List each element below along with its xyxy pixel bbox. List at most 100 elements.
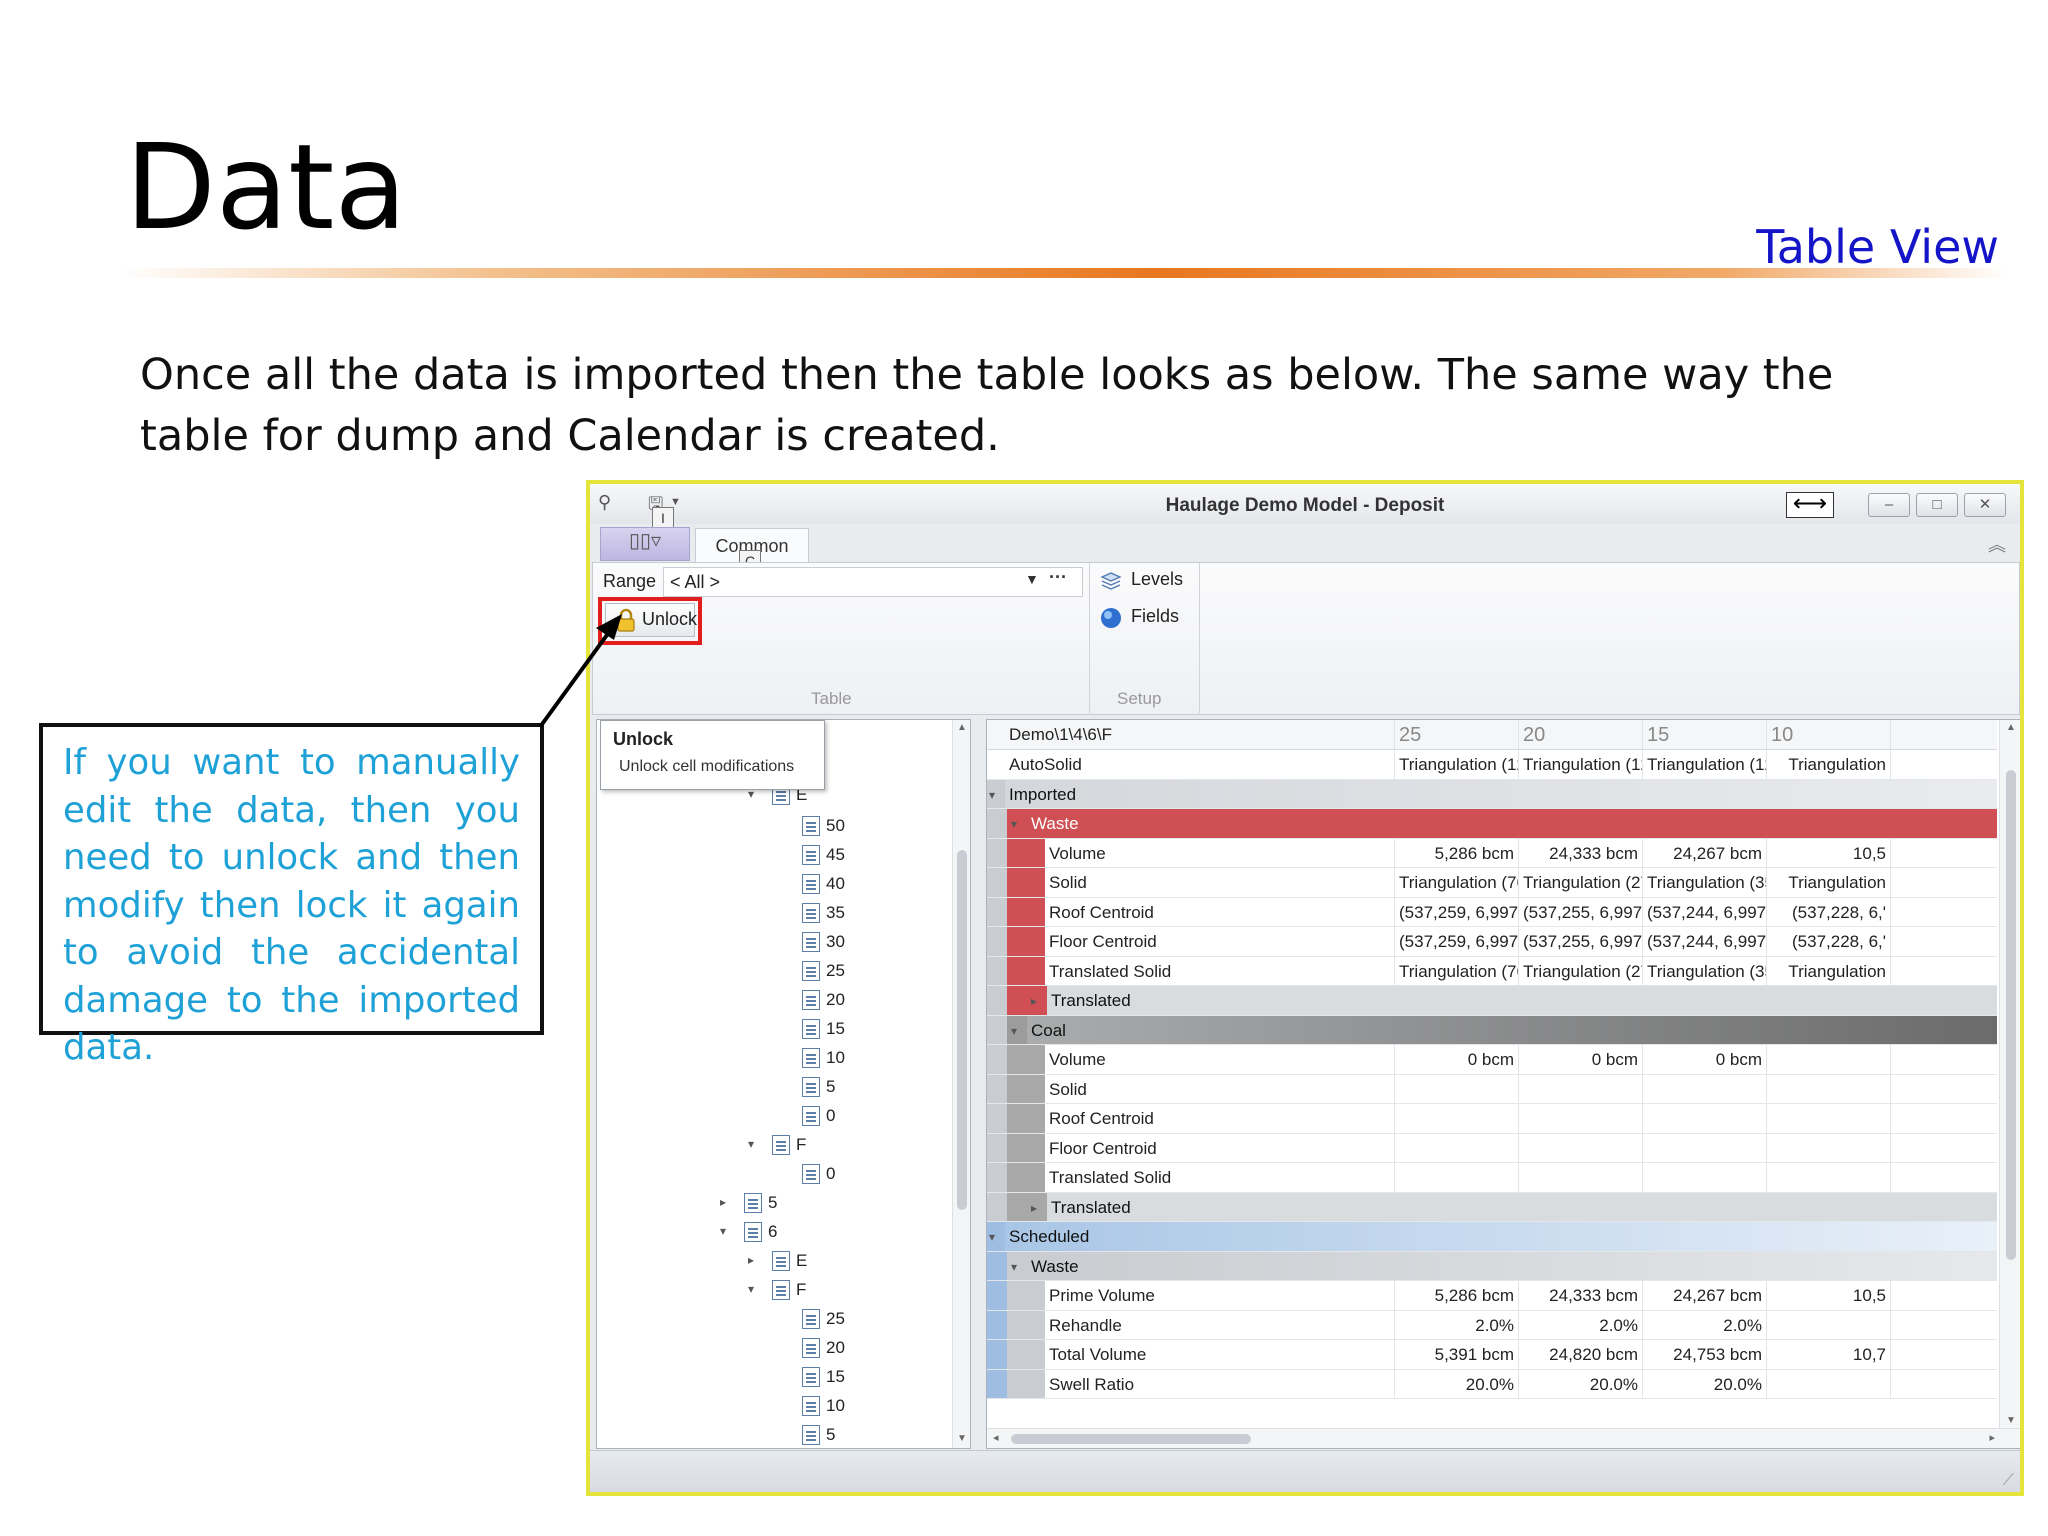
- table-cell[interactable]: Triangulation (12): [1395, 750, 1519, 779]
- grid-horizontal-scrollbar[interactable]: ◂ ▸: [987, 1428, 2020, 1448]
- tree-node[interactable]: F: [772, 1134, 806, 1156]
- table-cell[interactable]: Triangulation (354): [1643, 868, 1767, 897]
- grid-path-header[interactable]: Demo\1\4\6\F: [1005, 720, 1395, 749]
- table-cell[interactable]: 0 bcm: [1395, 1045, 1519, 1074]
- table-cell[interactable]: [1519, 1133, 1643, 1162]
- range-more-icon[interactable]: ···: [1049, 567, 1067, 588]
- close-button[interactable]: ✕: [1964, 493, 2006, 517]
- resize-grip-icon[interactable]: ⟋: [2003, 1472, 2014, 1490]
- table-cell[interactable]: [1395, 1133, 1519, 1162]
- row-label[interactable]: Translated Solid: [1045, 1163, 1395, 1192]
- scroll-up-icon[interactable]: ▲: [957, 722, 967, 733]
- collapse-node-icon[interactable]: ▾: [748, 1282, 754, 1296]
- grid-hscroll-thumb[interactable]: [1011, 1434, 1251, 1444]
- table-cell[interactable]: [1767, 1133, 1891, 1162]
- row-label[interactable]: Roof Centroid: [1045, 1104, 1395, 1133]
- fields-button[interactable]: Fields: [1099, 606, 1179, 628]
- table-cell[interactable]: [1767, 1369, 1891, 1398]
- tree-node[interactable]: 30: [802, 931, 845, 953]
- table-cell[interactable]: [1767, 1074, 1891, 1103]
- grid-vertical-scrollbar[interactable]: ▲ ▼: [1999, 720, 2020, 1430]
- table-cell[interactable]: 24,333 bcm: [1519, 1281, 1643, 1310]
- grid-vscroll-thumb[interactable]: [2006, 770, 2016, 1260]
- tree-node[interactable]: 25: [802, 960, 845, 982]
- group-row-translated[interactable]: ▸ Translated: [987, 986, 1997, 1016]
- group-row-translated[interactable]: ▸ Translated: [987, 1192, 1997, 1222]
- table-cell[interactable]: [1643, 1074, 1767, 1103]
- range-selector[interactable]: < All >: [663, 567, 1083, 597]
- table-cell[interactable]: Triangulation (12): [1643, 750, 1767, 779]
- tree-node[interactable]: E: [772, 1250, 807, 1272]
- tree-node[interactable]: 20: [802, 989, 845, 1011]
- table-cell[interactable]: Triangulation (76): [1395, 868, 1519, 897]
- tree-node[interactable]: 0: [802, 1163, 835, 1185]
- group-row-coal[interactable]: ▾ Coal: [987, 1015, 1997, 1045]
- collapse-group-icon[interactable]: ▾: [989, 1230, 995, 1244]
- collapse-group-icon[interactable]: ▾: [1011, 1024, 1017, 1038]
- row-label[interactable]: Volume: [1045, 1045, 1395, 1074]
- table-cell[interactable]: [1519, 1074, 1643, 1103]
- expand-group-icon[interactable]: ▸: [1031, 1201, 1037, 1215]
- table-cell[interactable]: (537,255, 6,997,...: [1519, 927, 1643, 956]
- group-row-scheduled-waste[interactable]: ▾ Waste: [987, 1251, 1997, 1281]
- scroll-down-icon[interactable]: ▼: [2006, 1415, 2016, 1426]
- table-cell[interactable]: 24,267 bcm: [1643, 838, 1767, 867]
- tree-node[interactable]: 40: [802, 873, 845, 895]
- table-cell[interactable]: (537,259, 6,997,...: [1395, 897, 1519, 926]
- row-label[interactable]: Prime Volume: [1045, 1281, 1395, 1310]
- table-cell[interactable]: 24,333 bcm: [1519, 838, 1643, 867]
- expand-group-icon[interactable]: ▸: [1031, 994, 1037, 1008]
- row-label[interactable]: Volume: [1045, 838, 1395, 867]
- table-cell[interactable]: 0 bcm: [1643, 1045, 1767, 1074]
- collapse-group-icon[interactable]: ▾: [1011, 817, 1017, 831]
- table-cell[interactable]: [1643, 1104, 1767, 1133]
- tree-node[interactable]: 15: [802, 1018, 845, 1040]
- column-header[interactable]: 20: [1519, 720, 1643, 749]
- scroll-down-icon[interactable]: ▼: [957, 1433, 967, 1444]
- collapse-node-icon[interactable]: ▾: [720, 1224, 726, 1238]
- tree-node[interactable]: 45: [802, 844, 845, 866]
- minimize-button[interactable]: –: [1868, 493, 1910, 517]
- table-cell[interactable]: Triangulation: [1767, 750, 1891, 779]
- tree-node[interactable]: 20: [802, 1337, 845, 1359]
- tree-scroll-thumb[interactable]: [957, 850, 967, 1210]
- tree-node[interactable]: 10: [802, 1395, 845, 1417]
- table-cell[interactable]: 2.0%: [1395, 1310, 1519, 1339]
- tree-node[interactable]: 5: [802, 1424, 835, 1446]
- table-cell[interactable]: 0 bcm: [1519, 1045, 1643, 1074]
- table-cell[interactable]: 2.0%: [1643, 1310, 1767, 1339]
- table-cell[interactable]: 5,391 bcm: [1395, 1340, 1519, 1369]
- levels-button[interactable]: Levels: [1099, 569, 1183, 590]
- row-label[interactable]: Floor Centroid: [1045, 1133, 1395, 1162]
- table-cell[interactable]: [1519, 1104, 1643, 1133]
- table-cell[interactable]: 10,5: [1767, 1281, 1891, 1310]
- expand-node-icon[interactable]: ▸: [748, 1253, 754, 1267]
- table-cell[interactable]: 5,286 bcm: [1395, 1281, 1519, 1310]
- scroll-left-icon[interactable]: ◂: [993, 1431, 999, 1444]
- table-cell[interactable]: 20.0%: [1519, 1369, 1643, 1398]
- table-cell[interactable]: 24,267 bcm: [1643, 1281, 1767, 1310]
- table-cell[interactable]: [1767, 1163, 1891, 1192]
- collapse-node-icon[interactable]: ▾: [748, 1137, 754, 1151]
- tree-node[interactable]: 35: [802, 902, 845, 924]
- table-cell[interactable]: 20.0%: [1395, 1369, 1519, 1398]
- table-cell[interactable]: 10,5: [1767, 838, 1891, 867]
- table-cell[interactable]: Triangulation (12): [1519, 750, 1643, 779]
- table-cell[interactable]: [1395, 1074, 1519, 1103]
- table-cell[interactable]: [1643, 1163, 1767, 1192]
- scroll-up-icon[interactable]: ▲: [2006, 722, 2016, 733]
- table-cell[interactable]: Triangulation (354): [1643, 956, 1767, 985]
- table-cell[interactable]: [1767, 1045, 1891, 1074]
- table-cell[interactable]: 24,753 bcm: [1643, 1340, 1767, 1369]
- level-tree[interactable]: ▾ E 50 45 40 35 30 25 20 15 10 5 0 ▾ F 0 ▸ 5 ▾ 6 ▸ E ▾ F 25 20 15 1…: [596, 719, 971, 1449]
- table-cell[interactable]: 5,286 bcm: [1395, 838, 1519, 867]
- data-grid[interactable]: Demo\1\4\6\F 25 20 15 10 AutoSolid Triangulati…: [986, 719, 2020, 1449]
- table-cell[interactable]: Triangulation: [1767, 868, 1891, 897]
- table-cell[interactable]: 10,7: [1767, 1340, 1891, 1369]
- table-cell[interactable]: 2.0%: [1519, 1310, 1643, 1339]
- table-cell[interactable]: [1767, 1310, 1891, 1339]
- row-label[interactable]: Solid: [1045, 868, 1395, 897]
- row-label[interactable]: Floor Centroid: [1045, 927, 1395, 956]
- column-header[interactable]: 25: [1395, 720, 1519, 749]
- tree-node[interactable]: 5: [744, 1192, 777, 1214]
